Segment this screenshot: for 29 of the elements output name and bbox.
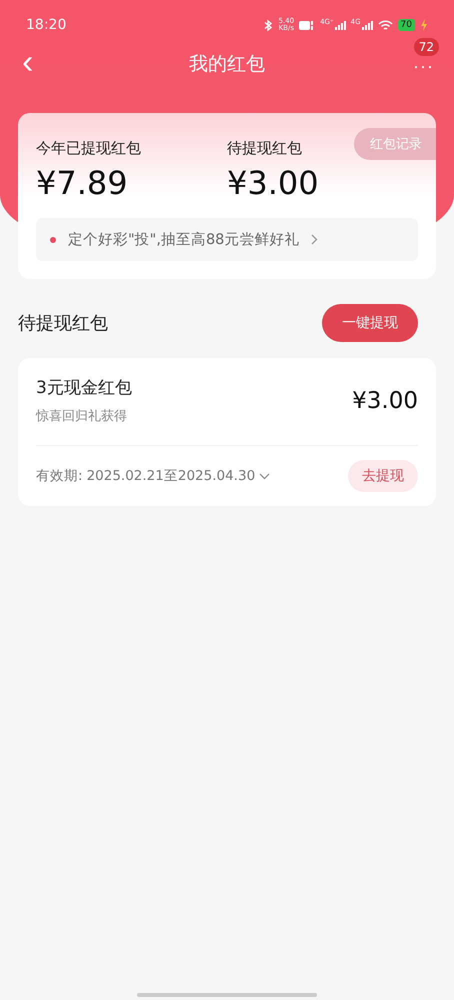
dot-icon	[50, 236, 56, 242]
packet-amount: ¥3.00	[352, 388, 418, 414]
withdraw-button[interactable]: 去提现	[348, 460, 418, 492]
bluetooth-icon	[264, 18, 274, 32]
withdraw-all-button[interactable]: 一键提现	[322, 304, 418, 342]
signal-icon	[362, 20, 373, 30]
notification-badge: 72	[414, 38, 439, 56]
stat-label: 待提现红包	[227, 139, 302, 158]
stat-amount: ¥7.89	[36, 164, 128, 202]
status-time: 18:20	[26, 17, 66, 33]
section-title: 待提现红包	[18, 312, 108, 335]
stat-amount: ¥3.00	[227, 164, 319, 202]
packet-source: 惊喜回归礼获得	[36, 408, 128, 425]
promo-text: 定个好彩"投",抽至高88元尝鲜好礼	[68, 230, 300, 249]
battery-level: 70	[398, 19, 415, 31]
chevron-right-icon	[311, 234, 318, 245]
record-button[interactable]: 红包记录	[354, 128, 436, 160]
chevron-down-icon[interactable]	[259, 472, 270, 480]
validity-label: 有效期:	[36, 467, 83, 485]
validity-dates: 2025.02.21至2025.04.30	[86, 467, 256, 485]
signal-icon	[334, 20, 346, 30]
page-title: 我的红包	[189, 52, 265, 77]
stat-label: 今年已提现红包	[36, 139, 141, 158]
back-button[interactable]: ‹	[22, 42, 34, 82]
wifi-icon	[378, 20, 393, 30]
more-button[interactable]: ···	[413, 56, 434, 77]
promo-banner[interactable]: 定个好彩"投",抽至高88元尝鲜好礼	[36, 218, 418, 261]
packet-name: 3元现金红包	[36, 377, 132, 399]
charging-icon	[420, 19, 428, 31]
